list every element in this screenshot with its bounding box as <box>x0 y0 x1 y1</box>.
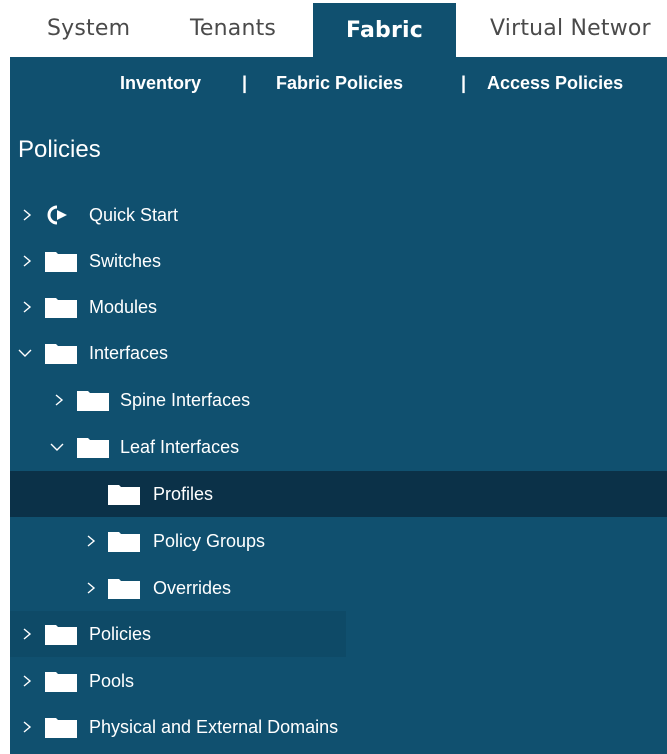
tree-item-pools[interactable]: Pools <box>10 658 667 704</box>
tree-item-quick-start[interactable]: Quick Start <box>10 192 667 238</box>
folder-icon <box>77 438 109 458</box>
chevron-right-icon[interactable] <box>20 208 34 222</box>
folder-icon <box>108 532 140 552</box>
tree-item-switches[interactable]: Switches <box>10 238 667 284</box>
tree-item-policy-groups[interactable]: Policy Groups <box>10 518 667 564</box>
tab-tenants[interactable]: Tenants <box>190 0 276 57</box>
folder-icon <box>45 252 77 272</box>
tree-item-label: Leaf Interfaces <box>120 436 240 457</box>
tree-item-label: Switches <box>89 250 162 271</box>
sub-navigation: Inventory | Fabric Policies | Access Pol… <box>10 57 667 110</box>
tree-item-label: Policy Groups <box>153 530 266 551</box>
tree-item-label: Modules <box>89 296 158 317</box>
tree-item-label: Quick Start <box>89 204 179 225</box>
tree-item-overrides[interactable]: Overrides <box>10 565 667 611</box>
tree-item-leaf-interfaces[interactable]: Leaf Interfaces <box>10 424 667 470</box>
tree-item-label: Physical and External Domains <box>89 716 339 737</box>
tree-item-label: Policies <box>89 623 152 644</box>
tree-item-modules[interactable]: Modules <box>10 284 667 330</box>
folder-icon <box>45 344 77 364</box>
tree-item-spine-interfaces[interactable]: Spine Interfaces <box>10 377 667 423</box>
chevron-down-icon[interactable] <box>50 440 64 454</box>
tree-item-interfaces[interactable]: Interfaces <box>10 330 667 376</box>
tree-item-label: Spine Interfaces <box>120 389 251 410</box>
folder-icon <box>45 298 77 318</box>
chevron-right-icon[interactable] <box>84 534 98 548</box>
tab-system[interactable]: System <box>47 0 130 57</box>
folder-icon <box>45 625 77 645</box>
tree-item-label: Profiles <box>153 483 214 504</box>
tab-fabric[interactable]: Fabric <box>313 3 456 57</box>
chevron-right-icon[interactable] <box>20 627 34 641</box>
folder-icon <box>108 485 140 505</box>
subnav-fabric-policies[interactable]: Fabric Policies <box>276 57 403 110</box>
subnav-separator: | <box>461 73 467 93</box>
tree-item-label: Interfaces <box>89 342 169 363</box>
folder-icon <box>45 718 77 738</box>
chevron-right-icon[interactable] <box>20 254 34 268</box>
subnav-inventory[interactable]: Inventory <box>120 57 201 110</box>
chevron-right-icon[interactable] <box>20 300 34 314</box>
chevron-right-icon[interactable] <box>52 393 66 407</box>
quick-start-icon <box>47 205 67 225</box>
tree-item-physical-external-domains[interactable]: Physical and External Domains <box>10 704 667 750</box>
chevron-right-icon[interactable] <box>20 674 34 688</box>
tree-item-policies[interactable]: Policies <box>10 611 667 657</box>
tree-item-label: Overrides <box>153 577 232 598</box>
subnav-access-policies[interactable]: Access Policies <box>487 57 623 110</box>
subnav-separator: | <box>242 73 248 93</box>
tree-item-profiles[interactable]: Profiles <box>10 471 667 517</box>
folder-icon <box>108 579 140 599</box>
folder-icon <box>45 672 77 692</box>
tree-item-label: Pools <box>89 670 135 691</box>
panel-title: Policies <box>18 136 101 163</box>
chevron-right-icon[interactable] <box>84 581 98 595</box>
chevron-down-icon[interactable] <box>18 346 32 360</box>
policies-navigation-panel: Policies Quick Start Switches Modules In… <box>10 110 667 754</box>
folder-icon <box>77 391 109 411</box>
tab-virtual-networking[interactable]: Virtual Networ <box>490 0 651 57</box>
top-tab-bar: System Tenants Fabric Virtual Networ <box>0 0 667 57</box>
chevron-right-icon[interactable] <box>20 720 34 734</box>
